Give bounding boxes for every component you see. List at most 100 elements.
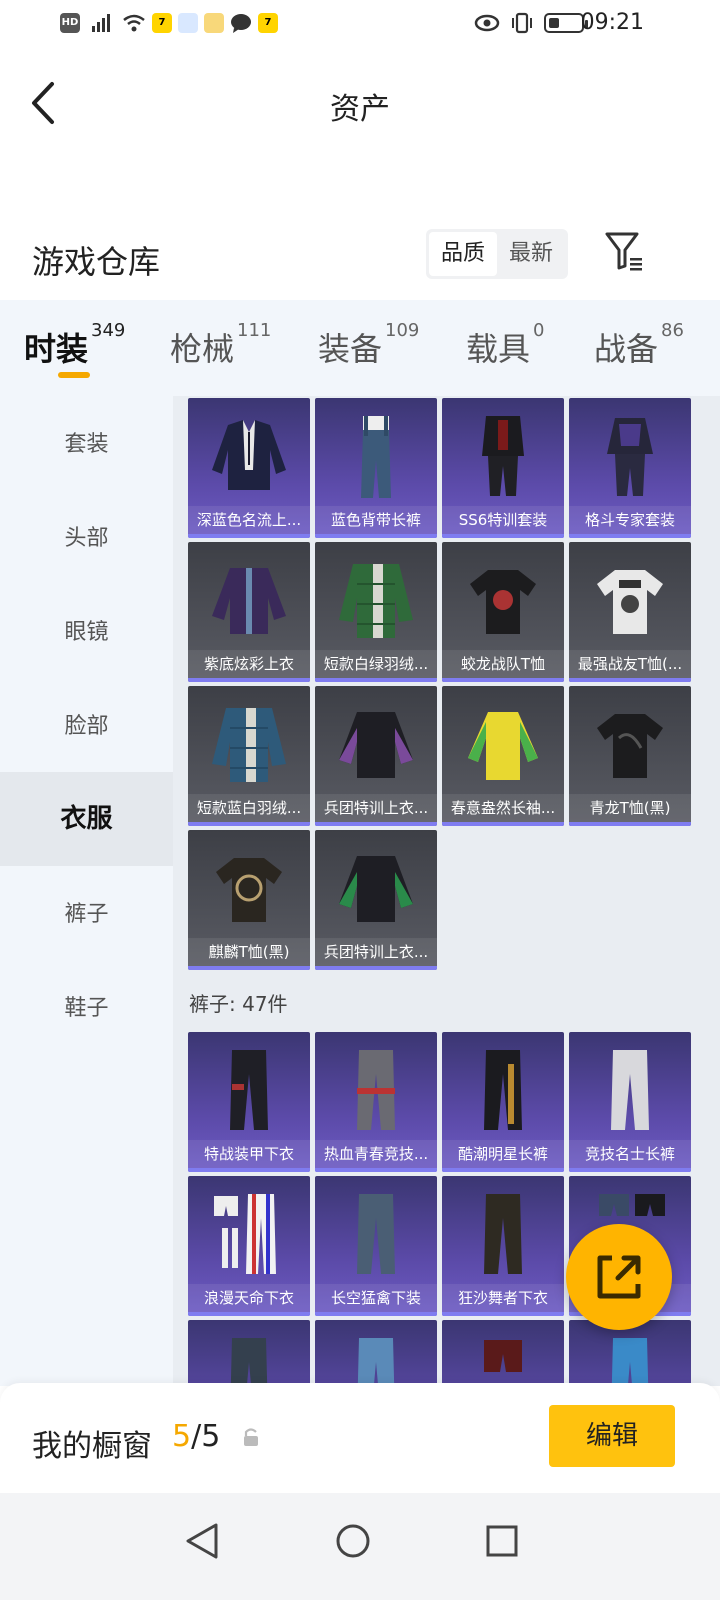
pants-icon [357,1050,395,1130]
item-name: 酷潮明星长裤 [442,1140,564,1168]
item-card[interactable]: SS6特训套装 [442,398,564,538]
app-notification-icon [178,13,198,33]
app-notification-icon: 7 [152,13,172,33]
item-card[interactable]: 短款白绿羽绒... [315,542,437,682]
shorts-icon [484,1340,522,1372]
side-item-face[interactable]: 脸部 [0,680,173,774]
category-tabs: 时装 349 枪械 111 装备 109 载具 0 战备 86 [0,300,720,396]
item-card[interactable]: 特战装甲下衣 [188,1032,310,1172]
header: 资产 [0,58,720,148]
item-name: 青龙T恤(黑) [569,794,691,822]
status-bar: HD 7 7 09:21 [0,0,720,48]
item-card[interactable] [442,1320,564,1386]
nav-recents-icon[interactable] [472,1511,532,1571]
tshirt-icon [597,714,663,778]
item-card[interactable]: 蓝色背带长裤 [315,398,437,538]
item-name: 春意盎然长袖... [442,794,564,822]
item-name: 麒麟T恤(黑) [188,938,310,966]
tshirt-icon [470,570,536,634]
item-card[interactable]: 最强战友T恤(... [569,542,691,682]
item-card[interactable]: 蛟龙战队T恤 [442,542,564,682]
nav-home-icon[interactable] [323,1511,383,1571]
item-card[interactable]: 浪漫天命下衣 [188,1176,310,1316]
share-button[interactable] [566,1224,672,1330]
fighter-suit-icon [607,418,653,496]
item-rarity-bar [315,678,437,682]
sort-quality-option[interactable]: 品质 [429,232,497,276]
item-name: 蓝色背带长裤 [315,506,437,534]
item-rarity-bar [315,966,437,970]
eye-icon [474,14,500,32]
side-item-glasses[interactable]: 眼镜 [0,586,173,680]
item-rarity-bar [188,822,310,826]
side-item-suits[interactable]: 套装 [0,398,173,492]
item-card[interactable]: 深蓝色名流上... [188,398,310,538]
item-card[interactable]: 狂沙舞者下衣 [442,1176,564,1316]
item-rarity-bar [188,1168,310,1172]
pants-icon [357,1338,395,1386]
jacket-icon [212,568,286,634]
item-name: 竞技名士长裤 [569,1140,691,1168]
tab-equipment[interactable]: 装备 109 [318,320,419,384]
showcase-separator: / [191,1419,202,1454]
showcase-count: 5/5 [172,1419,220,1454]
item-card[interactable] [315,1320,437,1386]
item-card[interactable]: 酷潮明星长裤 [442,1032,564,1172]
item-card[interactable]: 热血青春竞技... [315,1032,437,1172]
tab-guns[interactable]: 枪械 111 [170,320,271,384]
item-rarity-bar [569,822,691,826]
edit-button[interactable]: 编辑 [549,1405,675,1467]
item-rarity-bar [442,534,564,538]
side-item-head[interactable]: 头部 [0,492,173,586]
pants-icon [484,1050,522,1130]
tab-label: 时装 [24,330,89,368]
item-rarity-bar [188,534,310,538]
warehouse-header: 游戏仓库 品质 最新 [0,225,720,297]
system-nav-bar [0,1493,720,1600]
battery-icon [544,13,588,33]
item-rarity-bar [188,678,310,682]
item-name: 深蓝色名流上... [188,506,310,534]
item-card[interactable]: 青龙T恤(黑) [569,686,691,826]
status-icons-right [474,12,588,34]
side-item-clothes[interactable]: 衣服 [0,772,173,866]
tab-supplies[interactable]: 战备 86 [594,320,684,384]
lock-icon [244,1428,258,1446]
item-card[interactable]: 竞技名士长裤 [569,1032,691,1172]
showcase-label: 我的橱窗 [32,1429,152,1464]
status-icons-left: HD 7 7 [60,12,278,34]
side-nav: 套装 头部 眼镜 脸部 衣服 裤子 鞋子 [0,396,173,1386]
nav-back-icon[interactable] [172,1511,232,1571]
tab-label: 载具 [466,330,531,368]
wifi-icon [123,14,145,32]
item-card[interactable]: 春意盎然长袖... [442,686,564,826]
item-rarity-bar [569,1168,691,1172]
item-card[interactable]: 格斗专家套装 [569,398,691,538]
side-item-pants[interactable]: 裤子 [0,868,173,962]
status-time: 09:21 [580,10,644,35]
item-card[interactable]: 兵团特训上衣... [315,686,437,826]
pants-icon [611,1050,649,1130]
item-name: 短款蓝白羽绒... [188,794,310,822]
overalls-icon [361,416,391,498]
item-name: 兵团特训上衣... [315,938,437,966]
sort-latest-option[interactable]: 最新 [497,232,565,276]
item-card[interactable] [188,1320,310,1386]
training-suit-icon [482,416,524,496]
tab-count: 86 [661,320,684,341]
item-card[interactable]: 紫底炫彩上衣 [188,542,310,682]
side-item-shoes[interactable]: 鞋子 [0,962,173,1056]
item-card[interactable]: 兵团特训上衣... [315,830,437,970]
pants-section-label: 裤子: 47件 [189,992,288,1016]
item-rarity-bar [188,966,310,970]
tab-vehicles[interactable]: 载具 0 [466,320,544,384]
item-card[interactable]: 短款蓝白羽绒... [188,686,310,826]
item-card[interactable]: 麒麟T恤(黑) [188,830,310,970]
filter-button[interactable] [604,230,646,274]
jacket-icon [212,420,286,490]
item-rarity-bar [569,678,691,682]
item-card[interactable]: 长空猛禽下装 [315,1176,437,1316]
item-name: 长空猛禽下装 [315,1284,437,1312]
hd-icon: HD [60,13,80,33]
shorts-socks-icon [214,1194,276,1274]
